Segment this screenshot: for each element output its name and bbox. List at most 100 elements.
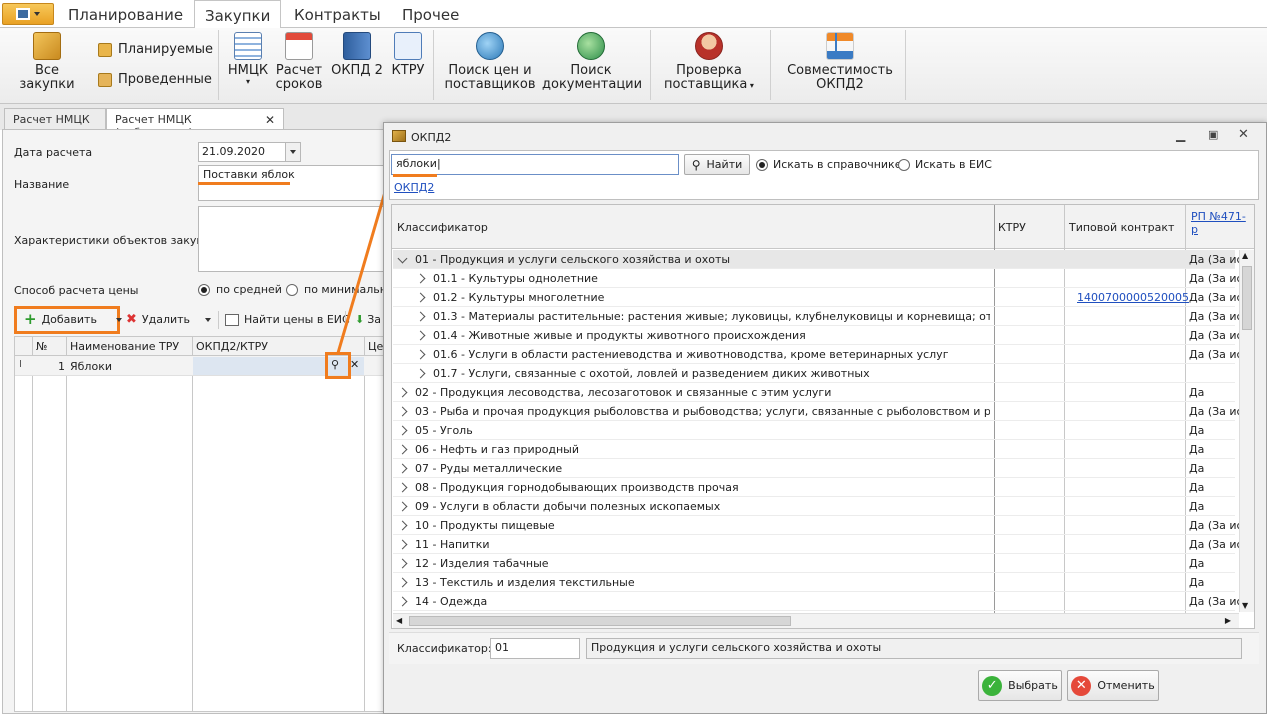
all-purchases-button[interactable]: Все закупки: [6, 32, 88, 92]
col-contract-header[interactable]: Типовой контракт: [1069, 221, 1174, 234]
row-classifier-text: 05 - Уголь: [415, 424, 473, 437]
vertical-scrollbar[interactable]: ▲ ▼: [1239, 250, 1254, 612]
radio-selected[interactable]: [198, 283, 210, 296]
search-dict-radio[interactable]: Искать в справочнике: [756, 158, 901, 171]
tab-nmck-calc[interactable]: Расчет НМЦК: [4, 108, 106, 130]
tree-row[interactable]: 11 - Напитки Да (За ис...: [393, 535, 1239, 554]
row-contract-link[interactable]: 1400700000520005: [1077, 288, 1189, 307]
select-button[interactable]: ✓ Выбрать: [978, 670, 1062, 701]
expand-chevron-icon[interactable]: [397, 577, 408, 588]
tree-row[interactable]: 01.2 - Культуры многолетние 1400700000520…: [393, 288, 1239, 307]
tree-row[interactable]: 08 - Продукция горнодобывающих производс…: [393, 478, 1235, 497]
expand-chevron-icon[interactable]: [397, 425, 408, 436]
calendar-dropdown-button[interactable]: [285, 143, 300, 161]
expand-chevron-icon[interactable]: [415, 368, 426, 379]
expand-chevron-icon[interactable]: [397, 482, 408, 493]
expand-chevron-icon[interactable]: [397, 596, 408, 607]
col-name-header[interactable]: Наименование ТРУ: [70, 340, 179, 353]
tab-other[interactable]: Прочее: [392, 0, 469, 28]
expand-chevron-icon[interactable]: [397, 539, 408, 550]
tree-row[interactable]: 14 - Одежда Да (За ис...: [393, 592, 1239, 611]
tree-row[interactable]: 01.3 - Материалы растительные: растения …: [393, 307, 1239, 326]
date-field[interactable]: 21.09.2020: [198, 142, 301, 162]
delete-button[interactable]: ✖ Удалить: [126, 313, 212, 326]
planned-button[interactable]: Планируемые: [98, 42, 213, 57]
col-rp-header[interactable]: РП №471-р: [1191, 210, 1247, 236]
tree-row[interactable]: 06 - Нефть и газ природный Да: [393, 440, 1235, 459]
ktru-button[interactable]: КТРУ: [390, 32, 426, 78]
scrollbar-thumb[interactable]: [1242, 266, 1252, 330]
tab-nmck-calc-add[interactable]: Расчет НМЦК (добавление) ✕: [106, 108, 284, 139]
compatibility-okpd2-button[interactable]: Совместимость ОКПД2: [784, 32, 896, 92]
expand-chevron-icon[interactable]: [397, 520, 408, 531]
expand-chevron-icon[interactable]: [397, 387, 408, 398]
nmck-button[interactable]: НМЦК ▾: [226, 32, 270, 86]
tree-row[interactable]: 03 - Рыба и прочая продукция рыболовства…: [393, 402, 1239, 421]
footer-name-value: Продукция и услуги сельского хозяйства и…: [591, 641, 882, 654]
tree-row[interactable]: 07 - Руды металлические Да: [393, 459, 1235, 478]
tree-row[interactable]: 01.4 - Животные живые и продукты животно…: [393, 326, 1239, 345]
tab-purchases[interactable]: Закупки: [194, 0, 282, 29]
expand-chevron-icon[interactable]: [397, 501, 408, 512]
close-icon[interactable]: ✕: [265, 113, 275, 127]
breadcrumb[interactable]: ОКПД2: [394, 181, 434, 194]
expand-chevron-icon[interactable]: [397, 444, 408, 455]
okpd2-button[interactable]: ОКПД 2: [330, 32, 384, 78]
scrollbar-thumb[interactable]: [409, 616, 791, 626]
tree-row[interactable]: 12 - Изделия табачные Да: [393, 554, 1235, 573]
tree-row[interactable]: 01.1 - Культуры однолетние Да (За ис...: [393, 269, 1239, 288]
tree-row[interactable]: 01.7 - Услуги, связанные с охотой, ловле…: [393, 364, 1235, 383]
add-label: Добавить: [41, 313, 97, 326]
expand-chevron-icon[interactable]: [415, 330, 426, 341]
expand-chevron-icon[interactable]: [415, 349, 426, 360]
find-button[interactable]: ⚲ Найти: [684, 154, 750, 175]
close-icon[interactable]: ✕: [1238, 127, 1249, 142]
price-search-button[interactable]: Поиск цен и поставщиков: [444, 32, 536, 92]
tree-row[interactable]: 01 - Продукция и услуги сельского хозяйс…: [393, 250, 1239, 269]
doc-search-button[interactable]: Поиск документации: [542, 32, 642, 92]
radio-unselected[interactable]: [898, 158, 910, 171]
scroll-left-icon[interactable]: ◀: [396, 616, 402, 625]
expand-chevron-icon[interactable]: [397, 463, 408, 474]
horizontal-scrollbar[interactable]: ◀ ▶: [393, 613, 1239, 628]
cancel-button[interactable]: ✕ Отменить: [1067, 670, 1159, 701]
supplier-check-button[interactable]: Проверка поставщика ▾: [658, 32, 760, 93]
tab-contracts[interactable]: Контракты: [284, 0, 391, 28]
tree-row[interactable]: 01.6 - Услуги в области растениеводства …: [393, 345, 1239, 364]
application-menu-button[interactable]: [2, 3, 54, 25]
row-rp-value: Да (За ис...: [1189, 348, 1239, 361]
tree-row[interactable]: 09 - Услуги в области добычи полезных ис…: [393, 497, 1235, 516]
maximize-icon[interactable]: ▣: [1208, 128, 1218, 141]
tree-row[interactable]: 10 - Продукты пищевые Да (За ис...: [393, 516, 1239, 535]
row-name[interactable]: Яблоки: [70, 360, 112, 373]
tab-planning[interactable]: Планирование: [58, 0, 193, 28]
clear-icon[interactable]: ✕: [350, 358, 359, 371]
minimize-icon[interactable]: ▁: [1176, 128, 1185, 142]
radio-selected[interactable]: [756, 158, 768, 171]
scroll-down-icon[interactable]: ▼: [1242, 601, 1248, 610]
expand-chevron-icon[interactable]: [397, 406, 408, 417]
magnifier-icon[interactable]: ⚲: [331, 358, 339, 371]
add-button[interactable]: + Добавить: [24, 312, 122, 327]
expand-chevron-icon[interactable]: [397, 558, 408, 569]
radio-unselected[interactable]: [286, 283, 298, 296]
col-ktru-header[interactable]: КТРУ: [998, 221, 1026, 234]
search-eis-radio[interactable]: Искать в ЕИС: [898, 158, 992, 171]
search-input[interactable]: яблоки|: [391, 154, 679, 175]
col-okpd-header[interactable]: ОКПД2/КТРУ: [196, 340, 268, 353]
scroll-up-icon[interactable]: ▲: [1242, 251, 1248, 260]
tree-row[interactable]: 05 - Уголь Да: [393, 421, 1235, 440]
grid-divider: [66, 337, 67, 711]
row-rp-value: Да (За ис...: [1189, 595, 1239, 608]
method-average-radio[interactable]: по средней: [198, 283, 282, 296]
tree-row[interactable]: 02 - Продукция лесоводства, лесозаготово…: [393, 383, 1235, 402]
tree-row[interactable]: 13 - Текстиль и изделия текстильные Да: [393, 573, 1235, 592]
calc-terms-button[interactable]: Расчет сроков: [274, 32, 324, 92]
collapse-chevron-icon[interactable]: [397, 253, 408, 264]
expand-chevron-icon[interactable]: [415, 311, 426, 322]
expand-chevron-icon[interactable]: [415, 292, 426, 303]
scroll-right-icon[interactable]: ▶: [1225, 616, 1231, 625]
conducted-button[interactable]: Проведенные: [98, 72, 212, 87]
col-classifier-header[interactable]: Классификатор: [397, 221, 488, 234]
expand-chevron-icon[interactable]: [415, 273, 426, 284]
